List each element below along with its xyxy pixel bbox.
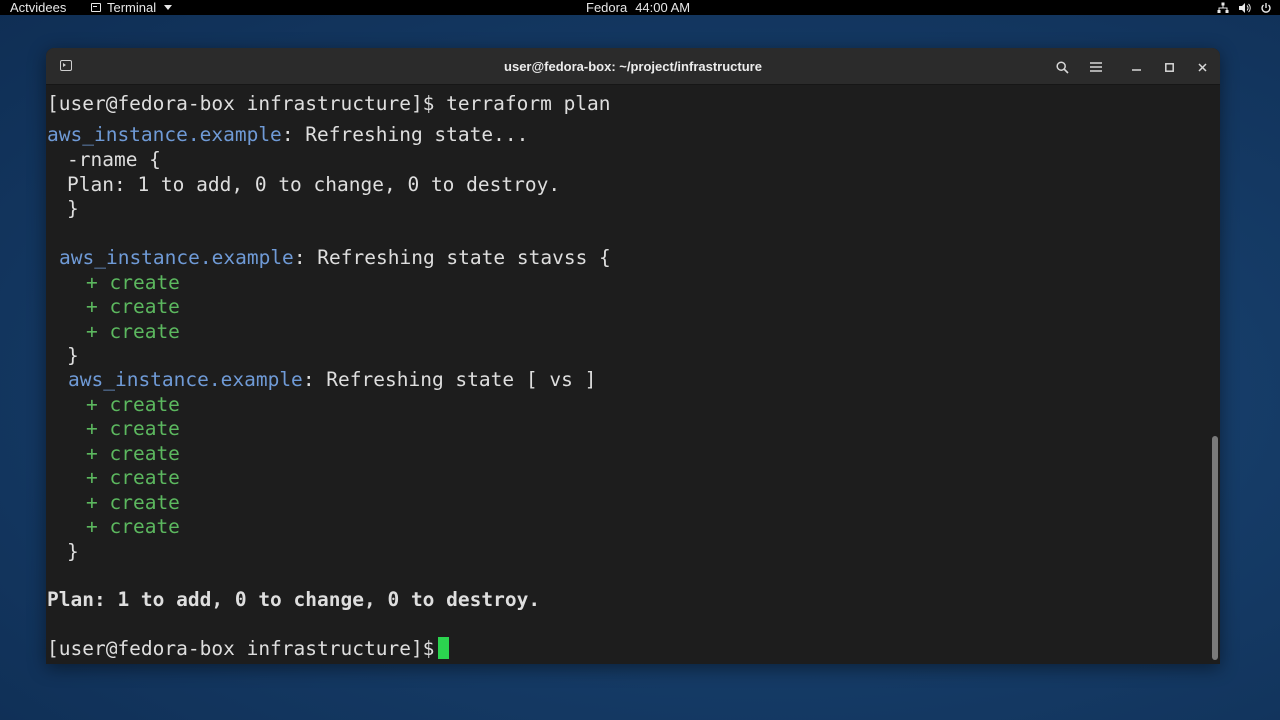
create-line: + create [86, 466, 180, 489]
prompt-line[interactable]: [user@fedora-box infrastructure]$ [47, 636, 450, 661]
create-line: + create [86, 515, 180, 538]
clock-label: Fedora [586, 0, 628, 15]
refresh-text: : Refreshing state stavss { [293, 246, 611, 269]
clock[interactable]: Fedora 44:00 AM [586, 0, 690, 15]
create-line: + create [86, 393, 180, 416]
output-line: -rname { [67, 148, 161, 171]
search-button[interactable] [1051, 56, 1073, 78]
terminal-app-icon [91, 3, 101, 12]
power-icon [1260, 2, 1272, 14]
system-tray[interactable] [1217, 0, 1272, 15]
terminal-tab-icon[interactable] [60, 60, 72, 71]
maximize-icon [1164, 62, 1174, 72]
output-line: } [67, 540, 79, 563]
create-line: + create [86, 417, 180, 440]
app-menu-button[interactable]: Terminal [91, 0, 173, 15]
refresh-text: : Refreshing state... [281, 123, 529, 146]
resource-name: aws_instance.example [47, 123, 282, 146]
close-button[interactable] [1191, 56, 1213, 78]
refresh-text: : Refreshing state [ vs ] [302, 368, 597, 391]
shell-prompt: [user@fedora-box infrastructure]$ [47, 637, 435, 660]
output-line: aws_instance.example: Refreshing state s… [59, 245, 611, 270]
hamburger-menu-icon [1090, 62, 1102, 72]
prompt-line: [user@fedora-box infrastructure]$ terraf… [47, 91, 611, 116]
title-bar[interactable]: user@fedora-box: ~/project/infrastructur… [46, 48, 1220, 85]
output-line: aws_instance.example: Refreshing state [… [68, 367, 596, 392]
window-title: user@fedora-box: ~/project/infrastructur… [504, 59, 762, 74]
terminal-output[interactable]: [user@fedora-box infrastructure]$ terraf… [47, 89, 1207, 661]
chevron-down-icon [164, 5, 173, 10]
resource-name: aws_instance.example [68, 368, 303, 391]
terminal-window[interactable]: user@fedora-box: ~/project/infrastructur… [46, 48, 1220, 664]
menu-button[interactable] [1085, 56, 1107, 78]
create-line: + create [86, 295, 180, 318]
shell-prompt: [user@fedora-box infrastructure]$ [47, 92, 435, 115]
resource-name: aws_instance.example [59, 246, 294, 269]
create-line: + create [86, 491, 180, 514]
network-icon [1217, 2, 1229, 14]
create-line: + create [86, 320, 180, 343]
create-line: + create [86, 271, 180, 294]
scrollbar[interactable] [1212, 436, 1218, 660]
minimize-button[interactable] [1125, 56, 1147, 78]
minimize-icon [1131, 68, 1141, 71]
create-line: + create [86, 442, 180, 465]
output-line: aws_instance.example: Refreshing state..… [47, 122, 528, 147]
output-line: } [67, 344, 79, 367]
volume-icon [1238, 2, 1251, 14]
search-icon [1055, 60, 1069, 74]
app-name: Terminal [107, 0, 157, 15]
maximize-button[interactable] [1158, 56, 1180, 78]
output-line: Plan: 1 to add, 0 to change, 0 to destro… [67, 173, 561, 196]
close-icon [1197, 62, 1207, 72]
typed-command: terraform plan [446, 92, 611, 115]
plan-summary: Plan: 1 to add, 0 to change, 0 to destro… [47, 588, 541, 611]
top-bar: Actvidees Terminal Fedora 44:00 AM [0, 0, 1280, 15]
output-line: } [67, 197, 79, 220]
activities-button[interactable]: Actvidees [10, 0, 66, 15]
clock-time: 44:00 AM [635, 0, 691, 15]
text-cursor [438, 637, 450, 659]
